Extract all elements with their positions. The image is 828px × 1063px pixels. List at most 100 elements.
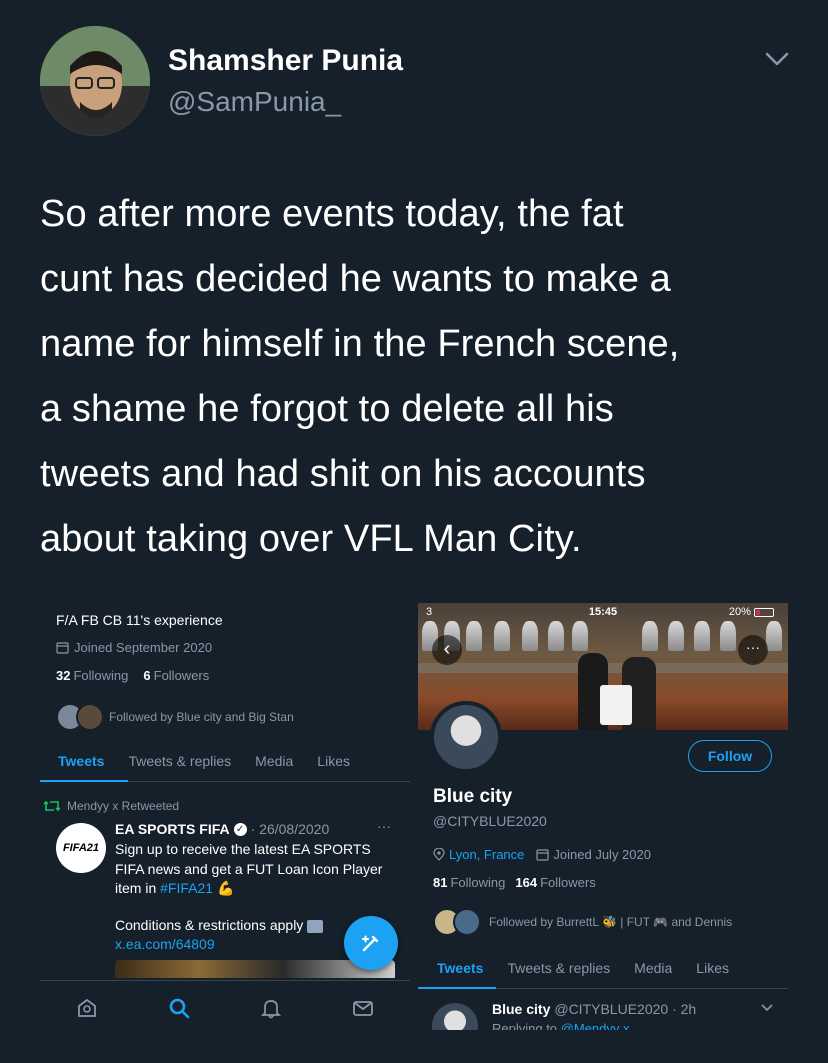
ea-sports-avatar[interactable]: FIFA21 [56,823,106,873]
following-label: Following [450,875,506,890]
author-avatar[interactable] [40,26,150,136]
location-row: Lyon, France [433,847,524,862]
following-link[interactable]: 32 Following [56,668,128,683]
tab-tweets-replies[interactable]: Tweets & replies [116,753,243,769]
reply-to-link[interactable]: @Mendyy x [561,1021,630,1030]
tab-media[interactable]: Media [622,960,684,976]
profile-name: Blue city [433,786,513,807]
joined-row: Joined July 2020 [536,847,651,862]
tab-tweets[interactable]: Tweets [425,960,495,976]
joined-date: Joined July 2020 [553,847,651,862]
battery-indicator: 20% [729,606,774,618]
followed-by-row[interactable]: Followed by Blue city and Big Stan [56,703,294,731]
compose-icon [362,935,379,952]
notifications-icon[interactable] [260,997,282,1019]
following-label: Following [73,668,129,683]
back-arrow-icon[interactable]: ‹ [432,635,462,665]
more-options-icon[interactable]: ··· [738,635,768,665]
ea-tweet-body: Sign up to receive the latest EA SPORTS … [115,840,395,899]
following-count: 32 [56,668,71,683]
reply-prefix: Replying to [492,1021,558,1030]
joined-date: Joined September 2020 [74,640,213,655]
tweet-header-bluecity: Blue city @CITYBLUE2020 · 2h [492,1001,696,1017]
tweet-author-name[interactable]: Blue city [492,1001,550,1017]
gamepad-emoji-icon: 🎮 [653,915,669,929]
messages-icon[interactable] [352,997,374,1019]
tweet-line: name for himself in the French scene, [40,323,680,365]
followers-count: 6 [143,668,151,683]
profile-tabs: Tweets Tweets & replies Media Likes [40,753,362,769]
followed-by-text: Followed by BurrettL 🐝 | FUT 🎮 and Denni… [489,915,732,929]
tab-tweets[interactable]: Tweets [40,753,116,769]
followed-by-end: and Dennis [671,915,733,929]
tab-tweets-replies[interactable]: Tweets & replies [495,960,622,976]
followers-label: Followers [153,668,210,683]
tab-media[interactable]: Media [243,753,305,769]
status-bar: 3 15:45 20% [418,603,788,621]
attached-image-right[interactable]: 3 15:45 20% ‹ ··· Follow Blue city @CITY… [418,603,788,1030]
followers-link[interactable]: 6 Followers [143,668,209,683]
home-icon[interactable] [76,997,98,1019]
avatar [76,703,104,731]
trophy-icon [494,621,510,651]
retweet-label: Mendyy x Retweeted [67,799,180,813]
more-options-icon[interactable]: ··· [377,818,391,834]
bee-emoji-icon: 🐝 [601,915,617,929]
trophy-icon [548,621,564,651]
tab-likes[interactable]: Likes [684,960,741,976]
tweet-author-handle: @CITYBLUE2020 · 2h [554,1001,697,1017]
followers-label: Followers [540,875,596,890]
profile-avatar[interactable] [430,701,502,773]
profile-handle: @CITYBLUE2020 [433,813,547,829]
hashtag-link[interactable]: #FIFA21 [160,880,213,896]
active-tab-indicator [418,987,496,989]
location-text: Lyon, France [449,847,525,862]
followed-by-fut: | FUT [620,915,650,929]
followers-count: 164 [515,875,538,890]
ea-link[interactable]: x.ea.com/64809 [115,936,215,952]
tweet-line: about taking over VFL Man City. [40,518,582,560]
banner-people [570,643,670,730]
follow-button[interactable]: Follow [688,740,772,772]
author-name[interactable]: Shamsher Punia [168,44,403,78]
followed-by-name: Followed by BurrettL [489,915,599,929]
followed-by-avatars [433,908,481,936]
tweet-line: cunt has decided he wants to make a [40,258,671,300]
retweet-row: Mendyy x Retweeted [43,799,179,813]
replying-to: Replying to @Mendyy x [492,1021,630,1030]
joined-row: Joined September 2020 [56,640,212,655]
followed-by-row[interactable]: Followed by BurrettL 🐝 | FUT 🎮 and Denni… [433,908,732,936]
tab-likes[interactable]: Likes [305,753,362,769]
conditions-text: Conditions & restrictions apply [115,917,304,933]
verified-icon: ✓ [233,822,247,836]
trophy-icon [694,621,710,651]
trophy-icon [466,621,482,651]
trophy-icon [766,621,782,651]
author-handle[interactable]: @SamPunia_ [168,86,341,118]
following-link[interactable]: 81 Following [433,875,505,890]
search-icon[interactable] [168,997,190,1019]
active-tab-indicator [40,780,128,782]
chevron-down-icon[interactable] [762,44,792,74]
follow-counts: 32 Following 6 Followers [56,668,209,683]
tweet-avatar[interactable] [432,1003,478,1030]
trophy-icon [720,621,736,651]
chevron-down-icon[interactable] [760,1001,774,1015]
tweet-line: So after more events today, the fat [40,193,624,235]
tweet-line: a shame he forgot to delete all his [40,388,614,430]
tweet-text: So after more events today, the fat cunt… [40,182,800,572]
followers-link[interactable]: 164 Followers [515,875,595,890]
profile-tabs: Tweets Tweets & replies Media Likes [425,960,741,976]
tweet-header: Shamsher Punia @SamPunia_ [40,26,800,136]
bottom-nav [40,980,410,1030]
tweet-header-ea: EA SPORTS FIFA ✓ · 26/08/2020 [115,821,329,837]
trophy-icon [522,621,538,651]
compose-tweet-button[interactable] [344,916,398,970]
followed-by-avatars [56,703,104,731]
trophy-icon [668,621,684,651]
jersey-shape [600,685,632,725]
battery-percent: 20% [728,606,751,618]
location-icon [433,848,445,861]
profile-name: F/A FB CB 11's experience [56,612,223,628]
ea-name[interactable]: EA SPORTS FIFA [115,821,230,837]
